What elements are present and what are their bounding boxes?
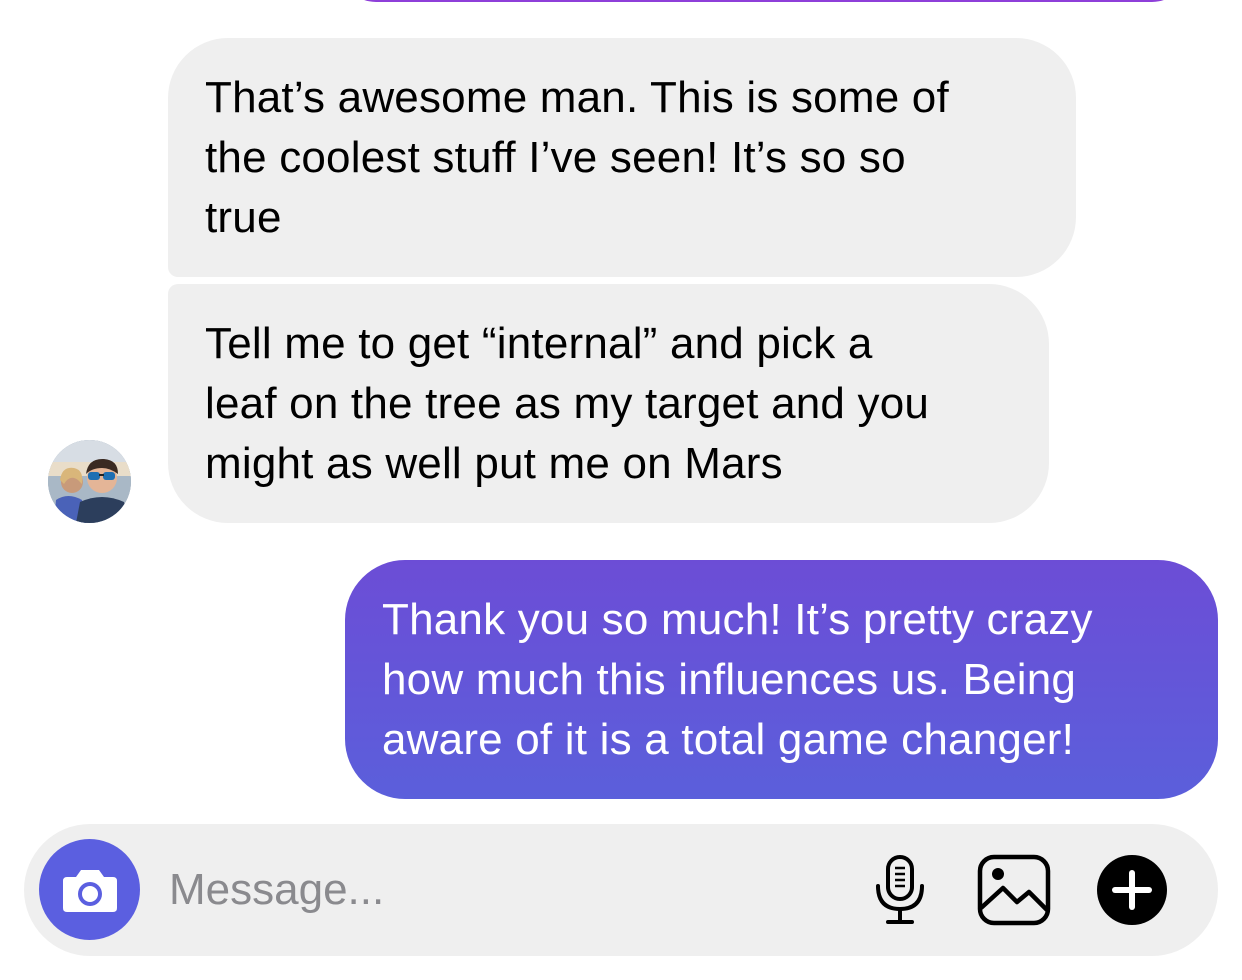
message-text-line: That’s awesome man. This is some of xyxy=(205,73,949,122)
message-text-line: true xyxy=(205,193,282,242)
message-text-line: Tell me to get “internal” and pick a xyxy=(205,319,873,368)
gallery-button[interactable] xyxy=(976,854,1052,926)
message-text-line: how much this influences us. Being xyxy=(382,655,1077,704)
message-input[interactable] xyxy=(169,858,849,922)
avatar-photo xyxy=(48,440,131,523)
sender-avatar[interactable] xyxy=(48,440,131,523)
message-text-line: aware of it is a total game changer! xyxy=(382,715,1075,764)
more-options-button[interactable] xyxy=(1096,854,1168,926)
microphone-icon xyxy=(876,855,924,924)
camera-icon xyxy=(62,869,117,912)
incoming-message-bubble[interactable]: Tell me to get “internal” and pick a lea… xyxy=(168,284,1049,523)
incoming-message-bubble[interactable]: That’s awesome man. This is some of the … xyxy=(168,38,1076,277)
previous-message-bubble xyxy=(340,0,1188,2)
message-text-line: Thank you so much! It’s pretty crazy xyxy=(382,595,1093,644)
message-text-line: leaf on the tree as my target and you xyxy=(205,379,930,428)
message-composer xyxy=(24,824,1218,956)
outgoing-message-bubble[interactable]: Thank you so much! It’s pretty crazy how… xyxy=(345,560,1218,799)
image-icon xyxy=(977,854,1051,926)
voice-message-button[interactable] xyxy=(870,854,930,926)
message-text-line: might as well put me on Mars xyxy=(205,439,783,488)
plus-circle-icon xyxy=(1097,855,1167,925)
camera-button[interactable] xyxy=(39,839,140,940)
message-text-line: the coolest stuff I’ve seen! It’s so so xyxy=(205,133,906,182)
